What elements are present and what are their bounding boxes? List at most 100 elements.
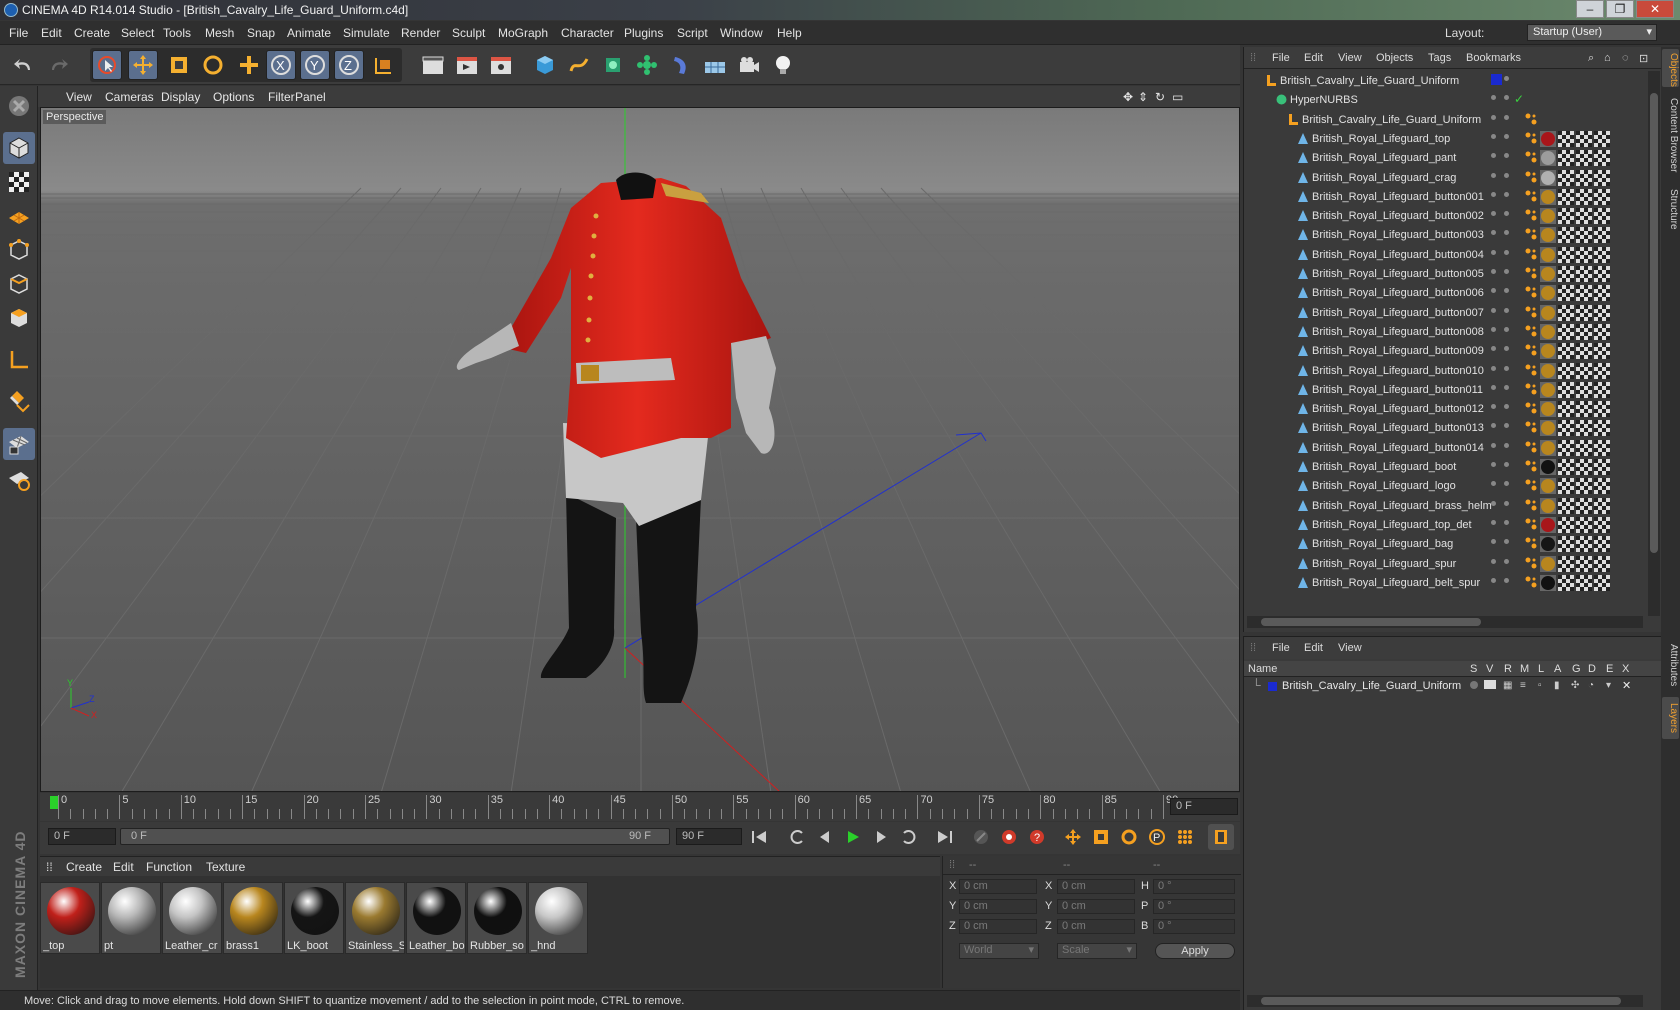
object-row[interactable]: British_Royal_Lifeguard_button005 (1244, 264, 1644, 284)
texture-tag-icon[interactable] (1594, 381, 1610, 398)
frame-range-slider[interactable]: 0 F 90 F (120, 828, 670, 845)
object-row[interactable]: British_Royal_Lifeguard_button013 (1244, 418, 1644, 438)
object-name[interactable]: British_Royal_Lifeguard_logo (1312, 480, 1456, 492)
texture-tag-icon[interactable] (1558, 266, 1574, 282)
phong-tag-icon[interactable] (1524, 556, 1540, 572)
previous-frame-button[interactable] (812, 824, 838, 850)
object-row[interactable]: British_Royal_Lifeguard_top (1244, 129, 1644, 149)
phong-tag-icon[interactable] (1524, 324, 1540, 340)
maximize-button[interactable]: ❐ (1606, 0, 1634, 18)
render-visibility-dot[interactable] (1504, 404, 1509, 410)
filter-icon[interactable]: ◌ (1622, 52, 1629, 64)
material-tag-icon[interactable] (1540, 497, 1556, 514)
material-tag-icon[interactable] (1540, 401, 1556, 418)
render-visibility-dot[interactable] (1504, 288, 1509, 294)
menu-help[interactable]: Help (777, 26, 802, 40)
material-tag-icon[interactable] (1540, 362, 1556, 379)
texture-tag-icon[interactable] (1558, 208, 1574, 225)
material-menu-function[interactable]: Function (146, 860, 192, 874)
texture-tag-icon[interactable] (1576, 304, 1592, 321)
object-name[interactable]: British_Royal_Lifeguard_crag (1312, 172, 1456, 184)
texture-tag-icon[interactable] (1576, 439, 1592, 456)
texture-tag-icon[interactable] (1594, 227, 1610, 244)
object-row[interactable]: British_Royal_Lifeguard_button008 (1244, 322, 1644, 342)
render-visibility-dot[interactable] (1504, 153, 1509, 159)
texture-tag-icon[interactable] (1594, 304, 1610, 321)
texture-tag-icon[interactable] (1558, 362, 1574, 379)
object-name[interactable]: British_Royal_Lifeguard_button008 (1312, 326, 1484, 338)
start-frame-field[interactable]: 0 F (48, 828, 116, 845)
material-tag-icon[interactable] (1540, 381, 1556, 398)
object-row[interactable]: British_Royal_Lifeguard_button014 (1244, 438, 1644, 458)
editor-visibility-dot[interactable] (1491, 384, 1496, 390)
search-icon[interactable]: ⌕ (1588, 52, 1594, 65)
object-row[interactable]: British_Royal_Lifeguard_button007 (1244, 303, 1644, 323)
object-name[interactable]: British_Royal_Lifeguard_brass_helm (1312, 500, 1492, 512)
texture-tag-icon[interactable] (1576, 401, 1592, 418)
key-rotation-button[interactable] (1116, 824, 1142, 850)
texture-tag-icon[interactable] (1558, 285, 1574, 302)
texture-tag-icon[interactable] (1576, 323, 1592, 340)
object-name[interactable]: British_Royal_Lifeguard_button002 (1312, 210, 1484, 222)
keyframe-selection-button[interactable]: ? (1024, 824, 1050, 850)
object-row[interactable]: British_Royal_Lifeguard_button009 (1244, 341, 1644, 361)
material-menu-texture[interactable]: Texture (206, 860, 245, 874)
phong-tag-icon[interactable] (1524, 112, 1540, 128)
texture-tag-icon[interactable] (1576, 478, 1592, 495)
play-button[interactable] (840, 824, 866, 850)
animation-icon[interactable]: ▮ (1554, 680, 1560, 691)
texture-tag-icon[interactable] (1594, 420, 1610, 437)
material-swatch[interactable]: Leather_cr (162, 882, 222, 954)
material-tag-icon[interactable] (1540, 439, 1556, 456)
points-mode-button[interactable] (3, 234, 35, 266)
texture-mode-button[interactable] (3, 166, 35, 198)
texture-tag-icon[interactable] (1594, 169, 1610, 186)
editor-visibility-dot[interactable] (1491, 404, 1496, 410)
material-tag-icon[interactable] (1540, 227, 1556, 244)
object-row[interactable]: British_Royal_Lifeguard_logo (1244, 476, 1644, 496)
phong-tag-icon[interactable] (1524, 150, 1540, 166)
editor-visibility-dot[interactable] (1491, 365, 1496, 371)
add-array-button[interactable] (632, 50, 662, 80)
dolly-view-icon[interactable]: ⇕ (1138, 90, 1148, 104)
home-icon[interactable]: ⌂ (1604, 52, 1611, 64)
size-z-field[interactable]: 0 cm (1057, 919, 1135, 934)
texture-tag-icon[interactable] (1576, 516, 1592, 533)
texture-tag-icon[interactable] (1594, 130, 1610, 147)
render-visibility-dot[interactable] (1504, 76, 1509, 81)
material-menu-edit[interactable]: Edit (113, 860, 134, 874)
editor-visibility-dot[interactable] (1491, 481, 1496, 487)
render-visibility-dot[interactable] (1504, 211, 1509, 217)
material-tag-icon[interactable] (1540, 323, 1556, 340)
lock-icon[interactable]: ▫ (1538, 680, 1542, 691)
texture-tag-icon[interactable] (1558, 459, 1574, 475)
manager-icon[interactable]: ≡ (1520, 680, 1526, 691)
render-view-button[interactable] (418, 50, 448, 80)
object-name[interactable]: British_Royal_Lifeguard_pant (1312, 152, 1456, 164)
layer-color-icon[interactable] (1491, 74, 1502, 85)
render-picture-viewer-button[interactable] (452, 50, 482, 80)
material-swatch[interactable]: _top (40, 882, 100, 954)
phong-tag-icon[interactable] (1524, 517, 1540, 533)
object-name[interactable]: British_Royal_Lifeguard_button011 (1312, 384, 1483, 396)
pos-z-field[interactable]: 0 cm (959, 919, 1037, 934)
object-row[interactable]: British_Royal_Lifeguard_button001 (1244, 187, 1644, 207)
texture-tag-icon[interactable] (1594, 323, 1610, 340)
solo-dot-icon[interactable] (1470, 681, 1478, 689)
editor-visibility-dot[interactable] (1491, 269, 1496, 274)
texture-tag-icon[interactable] (1594, 459, 1610, 475)
layout-dropdown[interactable]: Startup (User) ▾ (1527, 24, 1657, 41)
phong-tag-icon[interactable] (1524, 459, 1540, 475)
rot-b-field[interactable]: 0 ° (1153, 919, 1235, 934)
material-tag-icon[interactable] (1540, 459, 1556, 475)
texture-tag-icon[interactable] (1576, 188, 1592, 205)
render-visibility-dot[interactable] (1504, 558, 1509, 564)
pos-y-field[interactable]: 0 cm (959, 899, 1037, 914)
render-visibility-dot[interactable] (1504, 269, 1509, 274)
texture-tag-icon[interactable] (1558, 343, 1574, 360)
texture-tag-icon[interactable] (1558, 478, 1574, 495)
timeline-ruler[interactable]: 051015202530354045505560657075808590 0 F (40, 793, 1240, 821)
recent-tool[interactable] (234, 50, 264, 80)
render-visibility-dot[interactable] (1504, 95, 1509, 101)
render-visibility-dot[interactable] (1504, 249, 1509, 255)
